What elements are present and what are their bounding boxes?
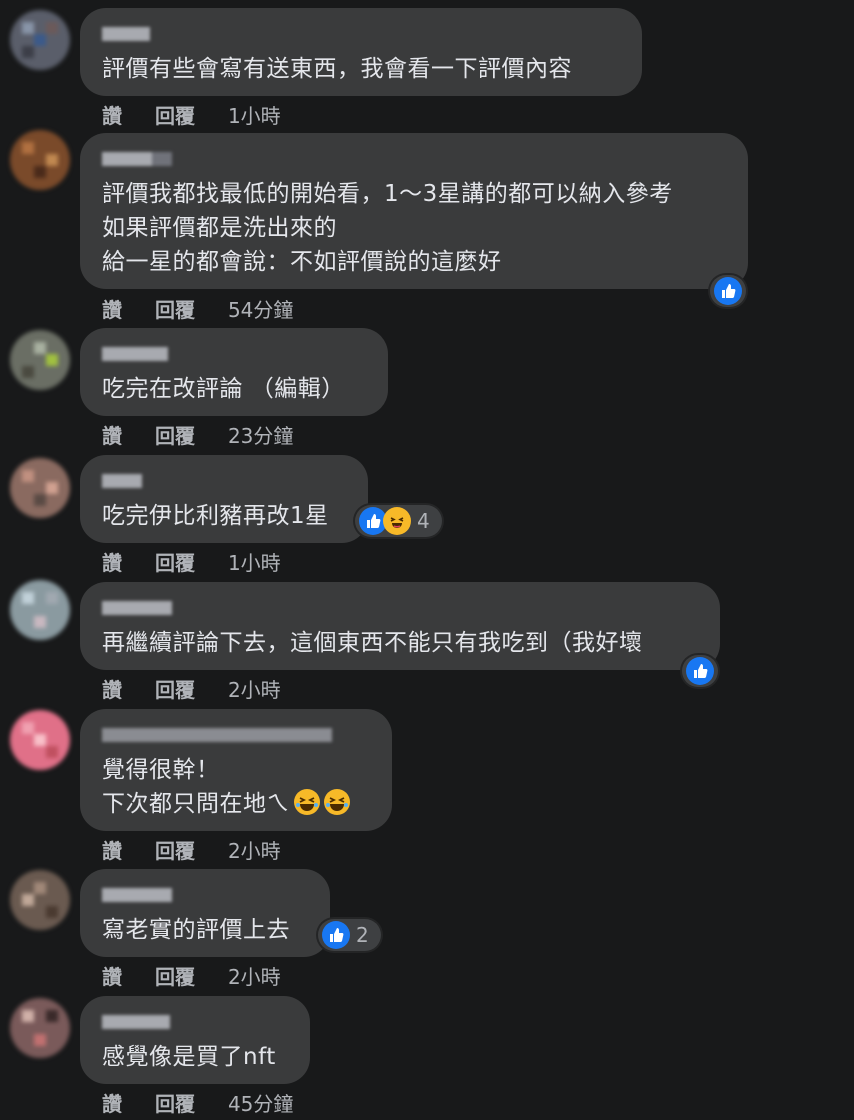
comment-text: 吃完伊比利豬再改1星 <box>102 503 329 529</box>
reaction-count: 2 <box>356 923 369 947</box>
like-icon <box>686 657 714 685</box>
author-name-blurred[interactable] <box>102 885 308 905</box>
comment-text: 寫老實的評價上去 <box>102 917 290 943</box>
timestamp[interactable]: 45分鐘 <box>228 1088 293 1117</box>
reaction-count: 4 <box>417 509 430 533</box>
avatar[interactable] <box>10 330 70 390</box>
comment-bubble: 覺得很幹！ 下次都只問在地ㄟ <box>80 709 392 831</box>
comment-bubble: 吃完在改評論 （編輯） <box>80 328 388 416</box>
comment-bubble: 寫老實的評價上去 <box>80 869 330 957</box>
reply-button[interactable]: 回覆 <box>155 547 195 576</box>
reply-button[interactable]: 回覆 <box>155 100 195 129</box>
comment-bubble: 吃完伊比利豬再改1星 <box>80 455 368 543</box>
author-name-blurred[interactable] <box>102 344 366 364</box>
like-button[interactable]: 讚 <box>102 835 122 864</box>
comment-actions: 讚 回覆 54分鐘 <box>102 294 293 323</box>
comment-actions: 讚 回覆 2小時 <box>102 674 281 703</box>
comment-actions: 讚 回覆 1小時 <box>102 547 281 576</box>
reaction-summary[interactable]: 2 <box>318 919 381 951</box>
avatar[interactable] <box>10 130 70 190</box>
comment-actions: 讚 回覆 45分鐘 <box>102 1088 293 1117</box>
author-name-blurred[interactable] <box>102 725 370 745</box>
comment-actions: 讚 回覆 2小時 <box>102 961 281 990</box>
comment-actions: 讚 回覆 2小時 <box>102 835 281 864</box>
like-button[interactable]: 讚 <box>102 674 122 703</box>
comment-text: 吃完在改評論 （編輯） <box>102 376 345 402</box>
comment-bubble: 感覺像是買了nft <box>80 996 310 1084</box>
comment-text: 評價有些會寫有送東西，我會看一下評價內容 <box>102 56 572 82</box>
avatar[interactable] <box>10 580 70 640</box>
timestamp[interactable]: 1小時 <box>228 547 281 576</box>
laughing-icon <box>383 507 411 535</box>
comment-text: 感覺像是買了nft <box>102 1044 276 1070</box>
reply-button[interactable]: 回覆 <box>155 961 195 990</box>
comment-text: 覺得很幹！ 下次都只問在地ㄟ <box>102 753 370 821</box>
comment-text: 再繼續評論下去，這個東西不能只有我吃到（我好壞 <box>102 630 643 656</box>
author-name-blurred[interactable] <box>102 471 346 491</box>
like-button[interactable]: 讚 <box>102 1088 122 1117</box>
timestamp[interactable]: 2小時 <box>228 674 281 703</box>
author-name-blurred[interactable] <box>102 24 620 44</box>
reply-button[interactable]: 回覆 <box>155 674 195 703</box>
like-button[interactable]: 讚 <box>102 100 122 129</box>
comment-bubble: 評價我都找最低的開始看，1～3星講的都可以納入參考 如果評價都是洗出來的 給一星… <box>80 133 748 289</box>
reply-button[interactable]: 回覆 <box>155 420 195 449</box>
reaction-summary[interactable] <box>710 275 746 307</box>
avatar[interactable] <box>10 458 70 518</box>
timestamp[interactable]: 2小時 <box>228 961 281 990</box>
reaction-summary[interactable] <box>682 655 718 687</box>
avatar[interactable] <box>10 870 70 930</box>
like-button[interactable]: 讚 <box>102 294 122 323</box>
comment-actions: 讚 回覆 1小時 <box>102 100 281 129</box>
like-button[interactable]: 讚 <box>102 547 122 576</box>
comment-list: 評價有些會寫有送東西，我會看一下評價內容 讚 回覆 1小時 評價我都找最低的開始… <box>0 0 854 1120</box>
comment-actions: 讚 回覆 23分鐘 <box>102 420 293 449</box>
reply-button[interactable]: 回覆 <box>155 1088 195 1117</box>
timestamp[interactable]: 1小時 <box>228 100 281 129</box>
author-name-blurred[interactable] <box>102 598 698 618</box>
author-name-blurred[interactable] <box>102 1012 288 1032</box>
avatar[interactable] <box>10 10 70 70</box>
timestamp[interactable]: 23分鐘 <box>228 420 293 449</box>
like-button[interactable]: 讚 <box>102 961 122 990</box>
like-button[interactable]: 讚 <box>102 420 122 449</box>
comment-text: 評價我都找最低的開始看，1～3星講的都可以納入參考 如果評價都是洗出來的 給一星… <box>102 181 673 275</box>
avatar[interactable] <box>10 710 70 770</box>
like-icon <box>322 921 350 949</box>
comment-text-body: 覺得很幹！ 下次都只問在地ㄟ <box>102 757 290 817</box>
comment-bubble: 評價有些會寫有送東西，我會看一下評價內容 <box>80 8 642 96</box>
timestamp[interactable]: 54分鐘 <box>228 294 293 323</box>
avatar[interactable] <box>10 998 70 1058</box>
author-name-blurred[interactable] <box>102 149 726 169</box>
timestamp[interactable]: 2小時 <box>228 835 281 864</box>
rofl-icon <box>294 789 320 815</box>
reply-button[interactable]: 回覆 <box>155 294 195 323</box>
reaction-summary[interactable]: 4 <box>355 505 442 537</box>
comment-bubble: 再繼續評論下去，這個東西不能只有我吃到（我好壞 <box>80 582 720 670</box>
like-icon <box>714 277 742 305</box>
reply-button[interactable]: 回覆 <box>155 835 195 864</box>
rofl-icon <box>324 789 350 815</box>
